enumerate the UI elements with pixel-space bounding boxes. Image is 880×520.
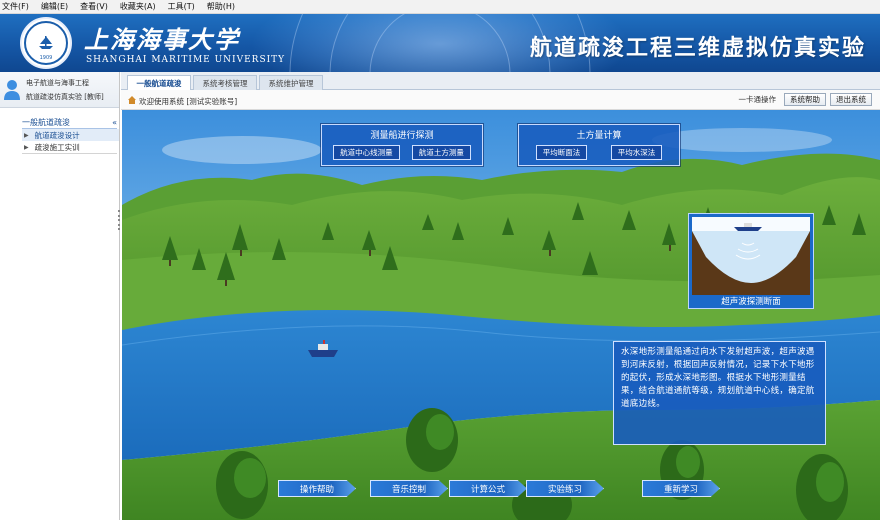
university-name-en: SHANGHAI MARITIME UNIVERSITY: [86, 55, 286, 65]
menu-favorites[interactable]: 收藏夹(A): [120, 1, 156, 12]
formula-button[interactable]: 计算公式: [449, 480, 527, 497]
tab-maintenance[interactable]: 系统维护管理: [259, 75, 323, 90]
operation-help-button[interactable]: 操作帮助: [278, 480, 356, 497]
user-info: 电子航道与海事工程 航道疏浚仿真实验 [教师]: [0, 72, 119, 108]
exit-system-button[interactable]: 退出系统: [830, 93, 872, 106]
sonar-section-view: 超声波探测断面: [688, 213, 814, 309]
practice-button[interactable]: 实验练习: [526, 480, 604, 497]
seal-year: 1909: [39, 55, 53, 61]
tab-assessment[interactable]: 系统考核管理: [193, 75, 257, 90]
tab-strip: 一般航道疏浚 系统考核管理 系统维护管理: [121, 72, 880, 91]
survey-panel-title: 测量船进行探测: [370, 131, 434, 141]
landscape-scene: [122, 110, 880, 520]
system-title: 航道疏浚工程三维虚拟仿真实验: [529, 36, 866, 61]
user-role: 航道疏浚仿真实验 [教师]: [26, 93, 104, 101]
earthwork-panel: 土方量计算 平均断面法 平均水深法: [518, 124, 680, 166]
arrow-right-icon: ▶: [24, 131, 29, 139]
tab-dredging[interactable]: 一般航道疏浚: [127, 75, 191, 91]
user-icon: [4, 80, 20, 100]
header-banner: 1909 上海海事大学 SHANGHAI MARITIME UNIVERSITY…: [0, 14, 880, 72]
arrow-right-icon: ▶: [24, 143, 29, 151]
average-depth-button[interactable]: 平均水深法: [610, 145, 663, 160]
menu-help[interactable]: 帮助(H): [207, 1, 235, 12]
restart-learning-button[interactable]: 重新学习: [642, 480, 720, 497]
earthwork-survey-button[interactable]: 航道土方测量: [411, 145, 471, 160]
sidebar-item-label: 疏浚施工实训: [34, 142, 80, 152]
collapse-icon[interactable]: «: [112, 118, 117, 127]
average-section-button[interactable]: 平均断面法: [535, 145, 588, 160]
centerline-survey-button[interactable]: 航道中心线测量: [333, 145, 400, 160]
home-icon: [128, 96, 136, 104]
nav-section-dredging[interactable]: 一般航道疏浚 «: [22, 116, 117, 129]
music-control-button[interactable]: 音乐控制: [370, 480, 448, 497]
menu-view[interactable]: 查看(V): [80, 1, 108, 12]
nav-section-title: 一般航道疏浚: [22, 117, 70, 127]
sonar-diagram: [692, 217, 810, 295]
menu-edit[interactable]: 编辑(E): [41, 1, 68, 12]
info-text: 水深地形测量船通过向水下发射超声波，超声波遇到河床反射，根据回声反射情况，记录下…: [621, 347, 815, 409]
left-sidebar: 电子航道与海事工程 航道疏浚仿真实验 [教师] 一般航道疏浚 « ▶ 航道疏浚设…: [0, 72, 120, 520]
user-department: 电子航道与海事工程: [26, 79, 89, 87]
simulation-viewport[interactable]: 测量船进行探测 航道中心线测量 航道土方测量 土方量计算 平均断面法 平均水深法…: [122, 110, 880, 520]
survey-panel: 测量船进行探测 航道中心线测量 航道土方测量: [321, 124, 483, 166]
menu-file[interactable]: 文件(F): [2, 1, 29, 12]
sidebar-item-construction[interactable]: ▶ 疏浚施工实训: [22, 141, 119, 153]
system-help-button[interactable]: 系统帮助: [784, 93, 826, 106]
university-seal: 1909: [20, 17, 72, 69]
university-name-cn: 上海海事大学: [84, 25, 240, 54]
sidebar-item-design[interactable]: ▶ 航道疏浚设计: [22, 129, 119, 141]
menu-tools[interactable]: 工具(T): [168, 1, 195, 12]
welcome-text: 欢迎使用系统 [测试实验账号]: [139, 97, 238, 106]
sidebar-item-label: 航道疏浚设计: [34, 130, 80, 140]
earthwork-panel-title: 土方量计算: [576, 131, 622, 141]
sonar-caption: 超声波探测断面: [721, 297, 781, 307]
toolbar: 欢迎使用系统 [测试实验账号] 一卡通操作 系统帮助 退出系统: [121, 90, 880, 110]
menu-bar: 文件(F) 编辑(E) 查看(V) 收藏夹(A) 工具(T) 帮助(H): [0, 0, 880, 14]
toolbar-label: 一卡通操作: [738, 95, 777, 104]
ship-emblem-icon: [39, 36, 53, 49]
info-text-box: 水深地形测量船通过向水下发射超声波，超声波遇到河床反射，根据回声反射情况，记录下…: [613, 341, 826, 445]
